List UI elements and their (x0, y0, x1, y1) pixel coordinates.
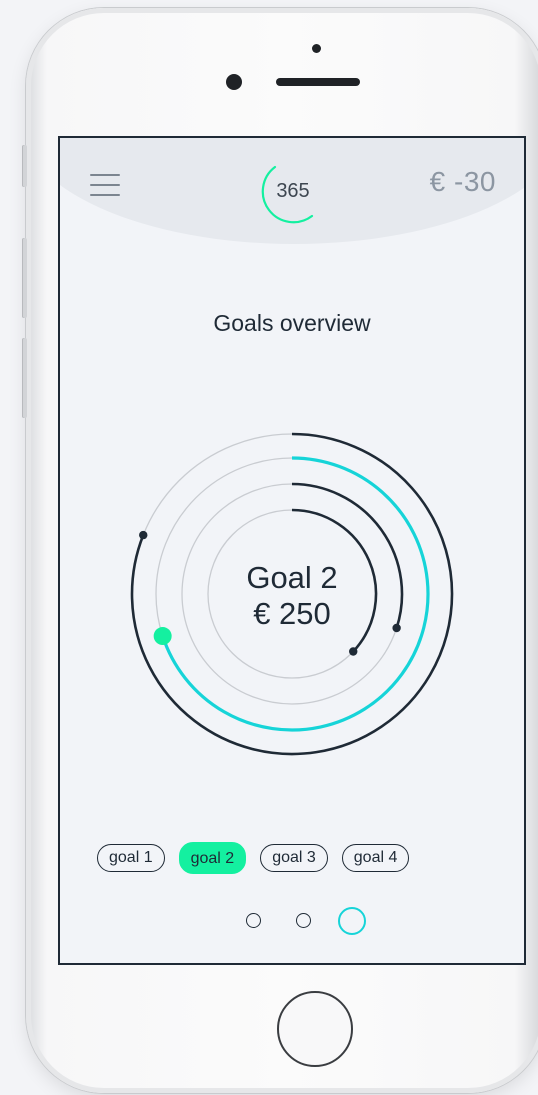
ring-end-marker-2 (153, 627, 172, 646)
goal-chip-4[interactable]: goal 4 (341, 844, 410, 872)
app-screen: 365 € -30 Goals overview Goal 2 € 250 go… (58, 136, 526, 965)
home-button[interactable] (277, 991, 353, 1067)
selected-goal-name: Goal 2 (246, 560, 338, 595)
ring-end-marker-4 (349, 647, 358, 656)
selected-goal-summary: Goal 2 € 250 (192, 560, 392, 632)
page-dot-1[interactable] (246, 913, 261, 928)
page-indicator (234, 906, 366, 936)
front-camera (226, 74, 242, 90)
ring-end-marker-3 (392, 623, 401, 633)
ring-end-marker-1 (139, 530, 148, 540)
page-dot-2[interactable] (296, 913, 311, 928)
mute-switch[interactable] (22, 145, 27, 187)
goals-progress-rings (130, 432, 454, 756)
goal-chip-3[interactable]: goal 3 (260, 844, 328, 872)
goal-chip-2[interactable]: goal 2 (178, 842, 247, 874)
goal-selector: goal 1 goal 2 goal 3 goal 4 (97, 842, 410, 876)
volume-down-button[interactable] (22, 338, 27, 418)
earpiece-speaker (276, 78, 360, 86)
volume-up-button[interactable] (22, 238, 27, 318)
selected-goal-amount: € 250 (253, 596, 331, 631)
proximity-sensor (312, 44, 321, 53)
goal-chip-1[interactable]: goal 1 (97, 844, 165, 872)
page-dot-3[interactable] (338, 907, 366, 935)
